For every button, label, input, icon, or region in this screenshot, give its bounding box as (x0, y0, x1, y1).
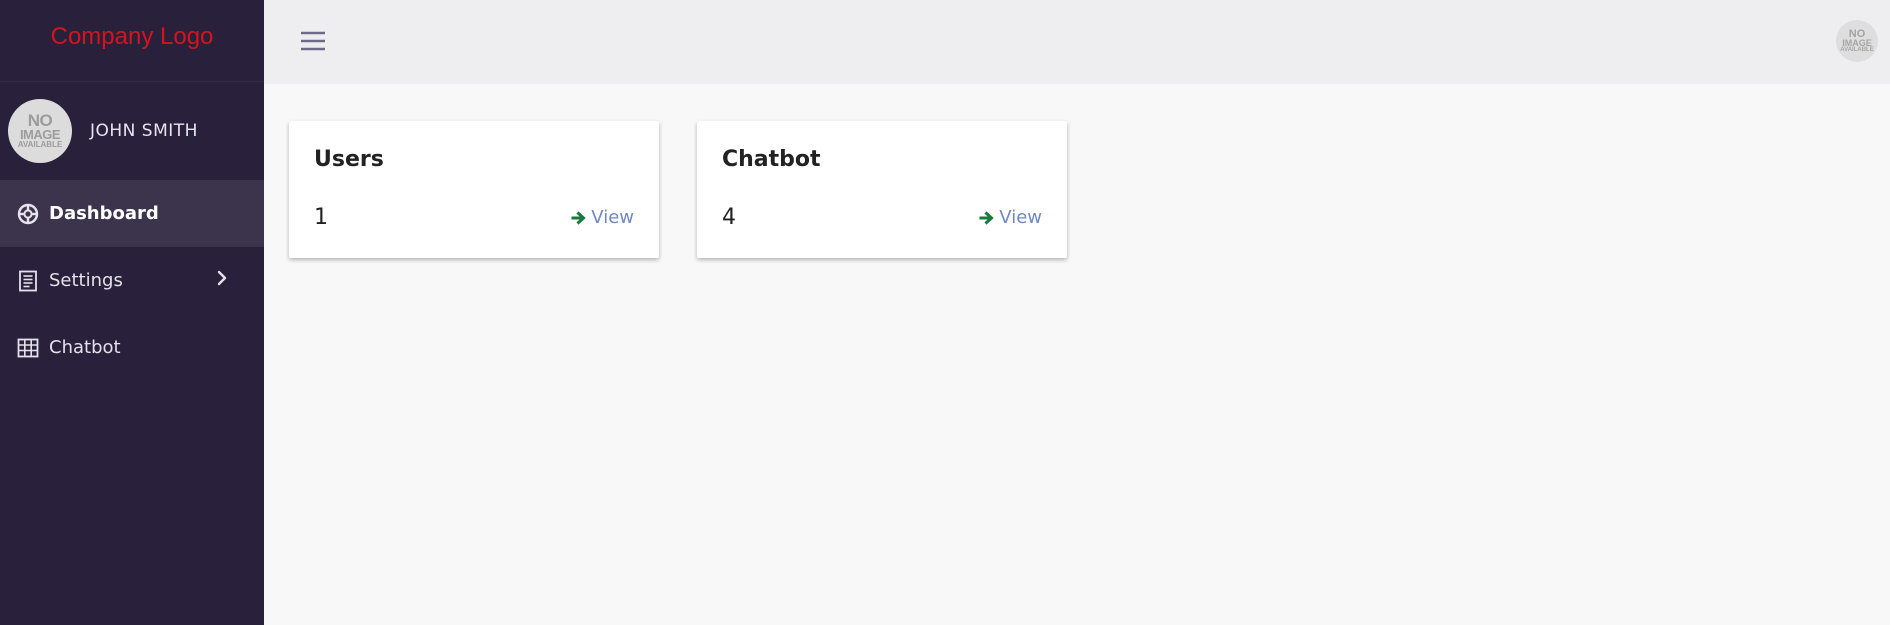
stat-card-chatbot: Chatbot 4 View (697, 121, 1067, 258)
app: Company Logo NO IMAGE AVAILABLE JOHN SMI… (0, 0, 1890, 625)
sidebar-item-settings[interactable]: Settings (0, 247, 264, 314)
view-users-link[interactable]: View (570, 207, 634, 228)
sidebar-item-label: Dashboard (49, 203, 159, 224)
topbar: NO IMAGE AVAILABLE (264, 0, 1890, 84)
arrow-right-icon (978, 210, 995, 226)
main-content: Users 1 View Chatbot 4 View (264, 84, 1890, 625)
card-count: 4 (722, 205, 736, 230)
user-name: JOHN SMITH (90, 121, 198, 141)
sidebar-item-label: Settings (49, 270, 123, 291)
grid-icon (17, 337, 39, 359)
sidebar-item-chatbot[interactable]: Chatbot (0, 314, 264, 381)
chevron-right-icon[interactable] (216, 269, 228, 292)
sidebar: Company Logo NO IMAGE AVAILABLE JOHN SMI… (0, 0, 264, 625)
company-logo[interactable]: Company Logo (51, 23, 214, 51)
user-avatar: NO IMAGE AVAILABLE (8, 99, 72, 163)
stat-card-users: Users 1 View (289, 121, 659, 258)
card-title: Chatbot (722, 147, 821, 172)
avatar-text-line-3: AVAILABLE (1840, 46, 1874, 53)
link-label: View (591, 207, 634, 228)
avatar-text-line-3: AVAILABLE (17, 140, 63, 150)
user-profile: NO IMAGE AVAILABLE JOHN SMITH (0, 82, 264, 180)
sidebar-item-label: Chatbot (49, 337, 121, 358)
sidebar-nav: Dashboard Settings Chatbot (0, 180, 264, 381)
card-count: 1 (314, 205, 328, 230)
arrow-right-icon (570, 210, 587, 226)
card-title: Users (314, 147, 384, 172)
topbar-user-avatar[interactable]: NO IMAGE AVAILABLE (1836, 20, 1878, 62)
document-icon (17, 270, 39, 292)
brand[interactable]: Company Logo (0, 0, 264, 82)
dashboard-icon (17, 203, 39, 225)
hamburger-icon[interactable] (300, 30, 326, 52)
link-label: View (999, 207, 1042, 228)
sidebar-item-dashboard[interactable]: Dashboard (0, 180, 264, 247)
view-chatbot-link[interactable]: View (978, 207, 1042, 228)
